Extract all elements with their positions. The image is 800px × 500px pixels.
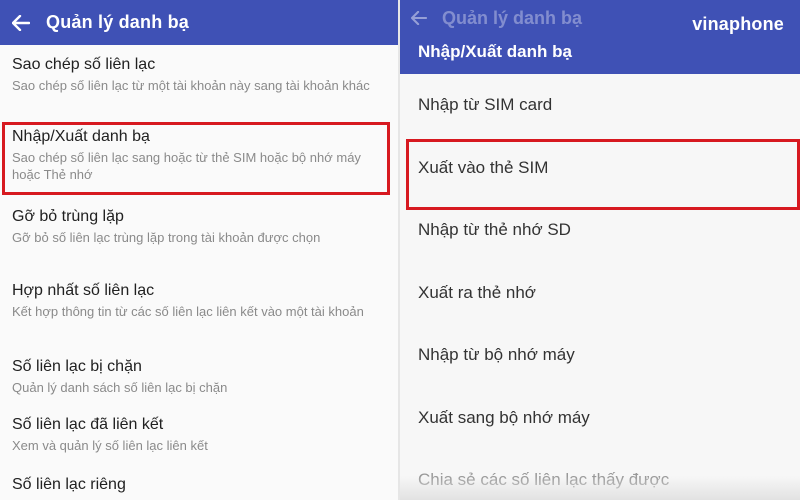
- item-subtitle: Quản lý danh sách số liên lạc bị chặn: [12, 380, 228, 395]
- highlight-box: [406, 139, 800, 210]
- contacts-management-screen: Quản lý danh bạ Sao chép số liên lạc Sao…: [0, 0, 398, 500]
- highlight-box: [2, 122, 390, 195]
- item-subtitle: Kết hợp thông tin từ các số liên lạc liê…: [12, 304, 364, 319]
- background-title: Quản lý danh bạ: [442, 7, 583, 28]
- bottom-fade: [400, 476, 800, 500]
- item-subtitle: Gỡ bỏ số liên lạc trùng lặp trong tài kh…: [12, 230, 321, 245]
- item-title: Sao chép số liên lạc: [12, 56, 156, 73]
- option-export-memory-card[interactable]: Xuất ra thẻ nhớ: [400, 262, 800, 325]
- app-bar: Quản lý danh bạ: [0, 0, 398, 45]
- option-import-device[interactable]: Nhập từ bộ nhớ máy: [400, 324, 800, 387]
- item-title: Hợp nhất số liên lạc: [12, 282, 155, 299]
- dialog-header: Quản lý danh bạ vinaphone Nhập/Xuất danh…: [400, 0, 800, 74]
- list-item-linked-contacts[interactable]: Số liên lạc đã liên kết Xem và quản lý s…: [0, 405, 398, 465]
- item-title: Gỡ bỏ trùng lặp: [12, 208, 124, 225]
- option-import-sim[interactable]: Nhập từ SIM card: [400, 74, 800, 137]
- brand-logo: vinaphone: [692, 14, 784, 34]
- arrow-left-icon[interactable]: [10, 12, 32, 34]
- item-subtitle: Xem và quản lý số liên lạc liên kết: [12, 438, 208, 453]
- item-subtitle: Sao chép số liên lạc từ một tài khoản nà…: [12, 78, 370, 93]
- arrow-left-icon: [408, 7, 430, 29]
- import-export-dialog-screen: Quản lý danh bạ vinaphone Nhập/Xuất danh…: [400, 0, 800, 500]
- page-title: Quản lý danh bạ: [46, 12, 190, 32]
- item-title: Số liên lạc riêng: [12, 476, 126, 493]
- list-item-merge-contacts[interactable]: Hợp nhất số liên lạc Kết hợp thông tin t…: [0, 271, 398, 347]
- list-item-private-contacts[interactable]: Số liên lạc riêng: [0, 465, 398, 500]
- item-title: Số liên lạc bị chặn: [12, 358, 142, 375]
- options-list: Nhập từ SIM card Xuất vào thẻ SIM Nhập t…: [400, 74, 800, 500]
- list-item-blocked-contacts[interactable]: Số liên lạc bị chặn Quản lý danh sách số…: [0, 347, 398, 405]
- dialog-title: Nhập/Xuất danh bạ: [418, 42, 572, 61]
- list-item-remove-duplicates[interactable]: Gỡ bỏ trùng lặp Gỡ bỏ số liên lạc trùng …: [0, 197, 398, 271]
- settings-list: Sao chép số liên lạc Sao chép số liên lạ…: [0, 45, 398, 500]
- item-title: Số liên lạc đã liên kết: [12, 416, 164, 433]
- list-item-copy-contacts[interactable]: Sao chép số liên lạc Sao chép số liên lạ…: [0, 45, 398, 117]
- option-export-device[interactable]: Xuất sang bộ nhớ máy: [400, 387, 800, 450]
